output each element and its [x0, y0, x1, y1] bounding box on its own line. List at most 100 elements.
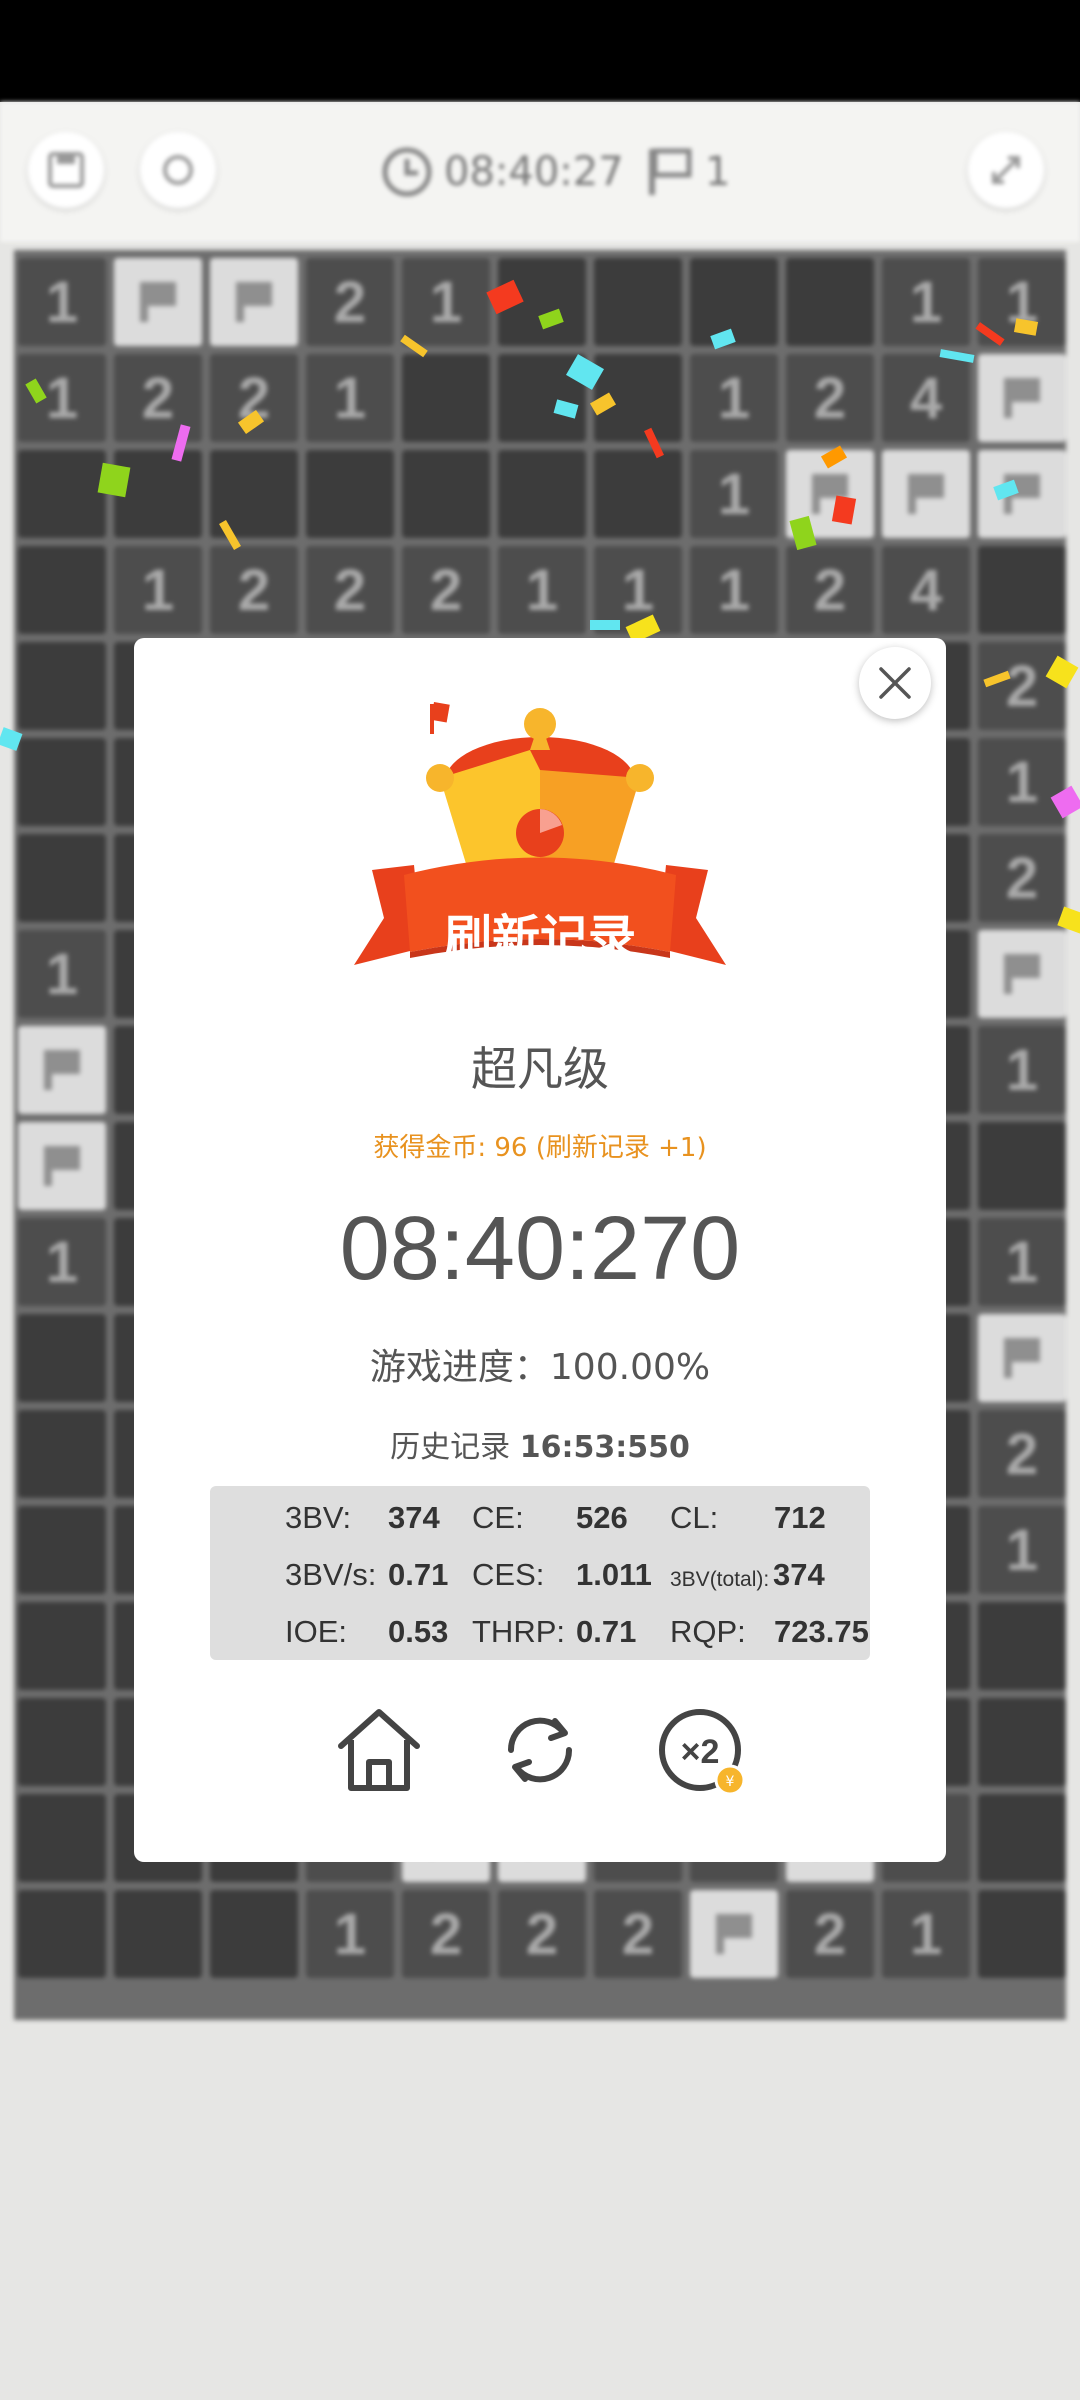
board-cell[interactable]: 1: [690, 450, 778, 538]
board-cell[interactable]: 1: [978, 1026, 1066, 1114]
board-cell[interactable]: [594, 450, 682, 538]
board-cell[interactable]: [18, 1698, 106, 1786]
board-cell[interactable]: [690, 1890, 778, 1978]
board-cell[interactable]: [114, 258, 202, 346]
home-icon: [338, 1709, 420, 1791]
board-cell[interactable]: [18, 1122, 106, 1210]
board-cell[interactable]: 1: [882, 1890, 970, 1978]
board-cell[interactable]: 1: [978, 1506, 1066, 1594]
board-cell[interactable]: [882, 450, 970, 538]
board-cell[interactable]: [114, 450, 202, 538]
board-cell[interactable]: 2: [978, 642, 1066, 730]
stat-ces-value: 1.011: [576, 1557, 652, 1592]
board-cell[interactable]: [18, 642, 106, 730]
close-button[interactable]: [859, 647, 931, 719]
board-cell[interactable]: [18, 1602, 106, 1690]
board-cell[interactable]: [18, 1794, 106, 1882]
stat-3bvs-label: 3BV/s:: [285, 1557, 377, 1592]
stat-rqp-value: 723.75: [774, 1614, 869, 1649]
board-cell[interactable]: [594, 258, 682, 346]
board-cell[interactable]: 2: [498, 1890, 586, 1978]
stat-thrp-label: THRP:: [472, 1614, 565, 1649]
board-cell[interactable]: [18, 546, 106, 634]
stat-cl-value: 712: [774, 1500, 826, 1535]
board-cell[interactable]: 1: [978, 738, 1066, 826]
board-cell[interactable]: [978, 1890, 1066, 1978]
svg-text:×2: ×2: [681, 1733, 720, 1771]
board-cell[interactable]: 1: [306, 1890, 394, 1978]
board-cell[interactable]: 1: [18, 1218, 106, 1306]
board-cell[interactable]: [978, 1698, 1066, 1786]
header-timer-text: 08:40:27: [444, 149, 624, 195]
stat-thrp-value: 0.71: [576, 1614, 637, 1649]
board-cell[interactable]: 2: [978, 834, 1066, 922]
game-progress: 游戏进度：100.00%: [369, 1347, 711, 1388]
board-cell[interactable]: 2: [786, 1890, 874, 1978]
refresh-icon: [163, 155, 193, 185]
board-cell[interactable]: 2: [402, 1890, 490, 1978]
board-cell[interactable]: [18, 1890, 106, 1978]
board-cell[interactable]: 1: [18, 930, 106, 1018]
board-cell[interactable]: 1: [978, 1218, 1066, 1306]
stat-ces-label: CES:: [472, 1557, 545, 1592]
double-coins-button[interactable]: ×2 ¥: [650, 1700, 750, 1800]
board-cell[interactable]: 1: [306, 354, 394, 442]
board-cell[interactable]: 2: [210, 546, 298, 634]
expand-button[interactable]: [968, 132, 1044, 208]
board-cell[interactable]: 2: [978, 1410, 1066, 1498]
board-cell[interactable]: [18, 1026, 106, 1114]
confetti-piece: [590, 620, 620, 630]
board-cell[interactable]: [978, 450, 1066, 538]
stat-3bvs-value: 0.71: [388, 1557, 449, 1592]
board-cell[interactable]: 1: [690, 546, 778, 634]
board-cell[interactable]: 2: [786, 546, 874, 634]
stat-ce-value: 526: [576, 1500, 628, 1535]
board-cell[interactable]: 1: [882, 258, 970, 346]
board-cell[interactable]: [978, 354, 1066, 442]
board-cell[interactable]: [978, 1794, 1066, 1882]
board-cell[interactable]: [690, 258, 778, 346]
board-cell[interactable]: [978, 1602, 1066, 1690]
stats-panel: 3BV: 374 CE: 526 CL: 712 3BV/s: 0.71 CES…: [210, 1486, 870, 1660]
board-cell[interactable]: [114, 1890, 202, 1978]
board-cell[interactable]: [978, 1314, 1066, 1402]
board-cell[interactable]: [18, 450, 106, 538]
board-cell[interactable]: 1: [402, 258, 490, 346]
svg-text:¥: ¥: [726, 1774, 735, 1790]
restart-button[interactable]: [140, 132, 216, 208]
board-cell[interactable]: [978, 930, 1066, 1018]
board-cell[interactable]: [18, 1506, 106, 1594]
board-cell[interactable]: 4: [882, 354, 970, 442]
board-cell[interactable]: 1: [690, 354, 778, 442]
board-cell[interactable]: 4: [882, 546, 970, 634]
board-cell[interactable]: 2: [306, 546, 394, 634]
home-button[interactable]: [329, 1700, 429, 1800]
board-cell[interactable]: [402, 354, 490, 442]
stat-ioe-label: IOE:: [285, 1614, 348, 1649]
save-button[interactable]: [28, 132, 104, 208]
replay-button[interactable]: [490, 1700, 590, 1800]
board-cell[interactable]: [210, 258, 298, 346]
board-cell[interactable]: 2: [594, 1890, 682, 1978]
board-cell[interactable]: 2: [402, 546, 490, 634]
board-cell[interactable]: 2: [210, 354, 298, 442]
board-cell[interactable]: [18, 1314, 106, 1402]
board-cell[interactable]: [402, 450, 490, 538]
board-cell[interactable]: 1: [114, 546, 202, 634]
board-cell[interactable]: 2: [306, 258, 394, 346]
board-cell[interactable]: [978, 1122, 1066, 1210]
header-flags: 1: [645, 142, 730, 202]
board-cell[interactable]: [978, 546, 1066, 634]
board-cell[interactable]: [18, 1410, 106, 1498]
board-cell[interactable]: [786, 258, 874, 346]
board-cell[interactable]: [498, 450, 586, 538]
board-cell[interactable]: [18, 834, 106, 922]
board-cell[interactable]: [306, 450, 394, 538]
board-cell[interactable]: [210, 1890, 298, 1978]
board-cell[interactable]: 1: [498, 546, 586, 634]
board-cell[interactable]: 1: [18, 354, 106, 442]
board-cell[interactable]: 2: [786, 354, 874, 442]
board-cell[interactable]: 1: [18, 258, 106, 346]
double-coin-icon: ×2 ¥: [659, 1709, 746, 1796]
board-cell[interactable]: [18, 738, 106, 826]
